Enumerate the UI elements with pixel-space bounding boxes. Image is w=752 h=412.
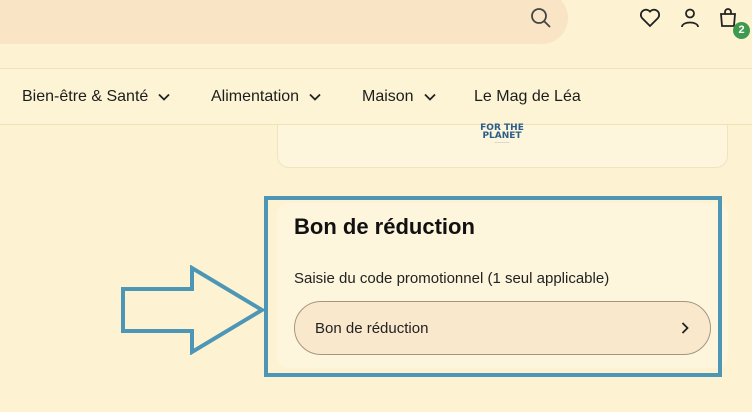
nav-item-alimentation[interactable]: Alimentation (211, 88, 322, 106)
main-navigation: Bien-être & Santé Alimentation Maison Le… (0, 68, 752, 125)
chevron-down-icon (423, 93, 436, 101)
search-icon[interactable] (529, 6, 553, 30)
chevron-down-icon (158, 93, 170, 101)
chevron-right-icon (681, 322, 689, 334)
nav-item-maison[interactable]: Maison (362, 88, 437, 106)
one-percent-for-the-planet-logo: FOR THE PLANET ————— (479, 124, 525, 145)
nav-item-label: Maison (362, 88, 414, 105)
nav-item-le-mag-de-lea[interactable]: Le Mag de Léa (474, 88, 581, 106)
logo-line-2: PLANET (482, 131, 522, 141)
top-bar: 2 (0, 0, 752, 68)
chevron-down-icon (309, 93, 321, 101)
nav-item-label: Le Mag de Léa (474, 88, 581, 105)
cart-count-badge: 2 (733, 22, 750, 39)
arrow-right-icon (121, 265, 265, 355)
nav-item-label: Bien-être & Santé (22, 88, 149, 105)
search-bar[interactable] (0, 0, 568, 44)
voucher-code-field[interactable]: Bon de réduction (294, 301, 711, 355)
nav-item-bien-etre-sante[interactable]: Bien-être & Santé (22, 88, 171, 106)
user-icon[interactable] (678, 6, 702, 30)
voucher-label: Saisie du code promotionnel (1 seul appl… (294, 270, 610, 287)
voucher-field-text: Bon de réduction (315, 320, 429, 337)
voucher-title: Bon de réduction (294, 214, 475, 239)
nav-item-label: Alimentation (211, 88, 300, 105)
heart-icon[interactable] (638, 6, 662, 30)
